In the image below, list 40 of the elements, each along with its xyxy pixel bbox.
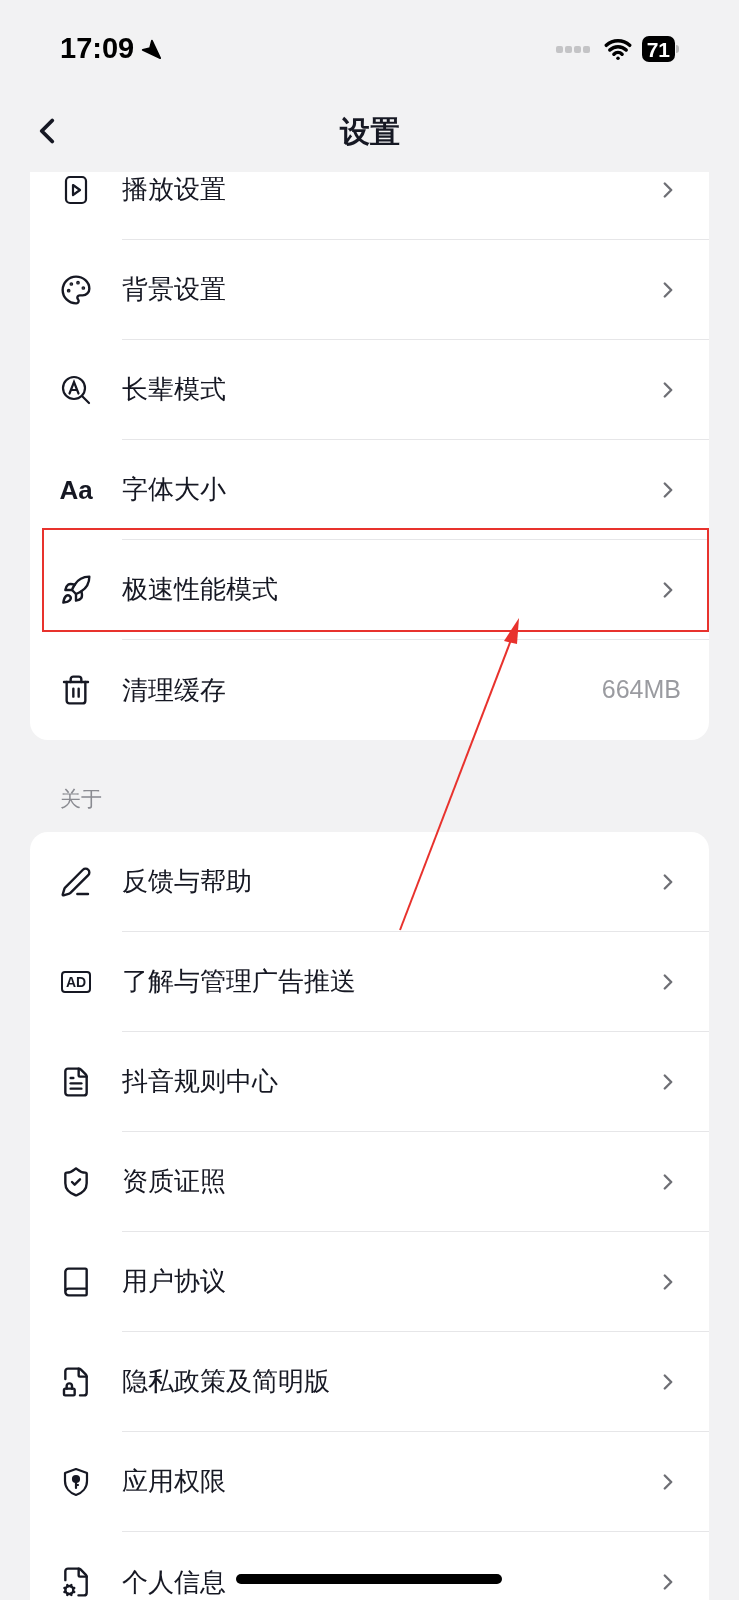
row-label: 背景设置 [122,273,226,306]
settings-row[interactable]: 反馈与帮助 [30,832,709,932]
row-label: 应用权限 [122,1465,226,1498]
settings-row[interactable]: 背景设置 [30,240,709,340]
signal-icon [555,44,592,54]
status-time: 17:09 [60,31,135,67]
cache-size: 664MB [601,674,681,706]
row-label: 了解与管理广告推送 [122,965,356,998]
settings-row[interactable]: 资质证照 [30,1132,709,1232]
location-icon [140,38,163,60]
row-label: 抖音规则中心 [122,1065,278,1098]
settings-row[interactable]: 播放设置 [30,172,709,240]
row-label: 隐私政策及简明版 [122,1365,330,1398]
row-label: 个人信息 [122,1565,226,1599]
row-label: 字体大小 [122,473,226,506]
row-label: 用户协议 [122,1265,226,1298]
ad-icon: AD [60,971,92,993]
trash-icon [60,674,92,706]
row-label: 反馈与帮助 [122,865,252,898]
settings-row[interactable]: Aa 字体大小 [30,440,709,540]
palette-icon [60,274,92,306]
settings-row[interactable]: 隐私政策及简明版 [30,1332,709,1432]
page-title: 设置 [339,113,400,150]
magnifier-icon [60,374,92,406]
settings-row[interactable]: 应用权限 [30,1432,709,1532]
row-label: 长辈模式 [122,373,226,406]
rocket-icon [60,574,92,606]
pen-icon [60,866,92,898]
row-label: 播放设置 [122,173,226,206]
settings-row[interactable]: AD 了解与管理广告推送 [30,932,709,1032]
settings-row[interactable]: 抖音规则中心 [30,1032,709,1132]
row-label: 资质证照 [122,1165,226,1198]
section-header: 关于 [60,785,102,812]
row-label: 清理缓存 [122,673,226,707]
settings-row[interactable]: 用户协议 [30,1232,709,1332]
row-label: 极速性能模式 [122,573,278,606]
settings-row[interactable]: 个人信息 [30,1532,709,1600]
font-size-icon: Aa [59,470,93,510]
settings-row[interactable]: 长辈模式 [30,340,709,440]
settings-row[interactable]: 清理缓存 664MB [30,640,709,740]
